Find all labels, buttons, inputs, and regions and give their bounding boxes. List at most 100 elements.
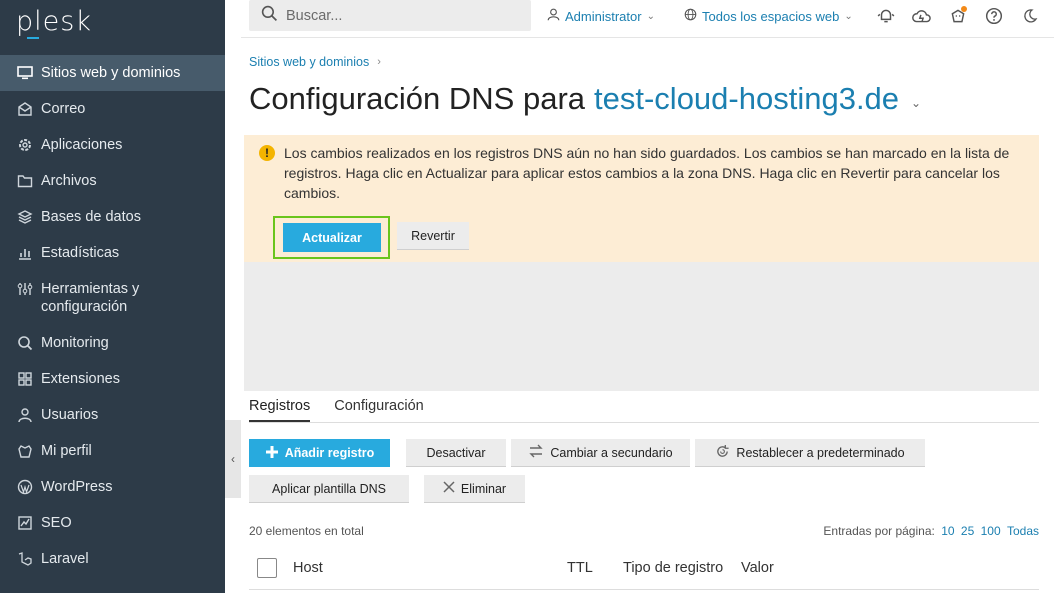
- plus-icon: [265, 445, 285, 462]
- sidebar-item-label: Correo: [41, 101, 86, 117]
- sliders-icon: [17, 281, 33, 297]
- entries-per-page-label: Entradas por página:: [823, 524, 935, 538]
- close-icon: [443, 481, 461, 496]
- breadcrumb-link-websites[interactable]: Sitios web y dominios: [249, 55, 369, 69]
- warning-text: Los cambios realizados en los registros …: [284, 145, 1010, 201]
- plesk-logo[interactable]: plesk: [16, 6, 92, 37]
- sidebar-item-files[interactable]: Archivos: [0, 163, 225, 199]
- sidebar-item-label: Monitoring: [41, 335, 109, 351]
- sidebar-nav: Sitios web y dominios Correo Aplicacione…: [0, 55, 225, 577]
- topbar-icons: [876, 6, 1040, 26]
- page-title: Configuración DNS para test-cloud-hostin…: [249, 81, 921, 117]
- tab-records[interactable]: Registros: [249, 398, 311, 422]
- column-header-record-type[interactable]: Tipo de registro: [623, 560, 723, 576]
- select-all-checkbox[interactable]: [257, 558, 277, 578]
- profile-icon: [17, 443, 33, 459]
- sidebar-item-extensions[interactable]: Extensiones: [0, 361, 225, 397]
- add-record-button[interactable]: Añadir registro: [249, 439, 390, 467]
- column-header-value[interactable]: Valor: [741, 560, 774, 576]
- sidebar-item-websites[interactable]: Sitios web y dominios: [0, 55, 225, 91]
- breadcrumb: Sitios web y dominios ›: [249, 55, 381, 69]
- per-page-100[interactable]: 100: [981, 524, 1001, 538]
- bar-chart-icon: [17, 245, 33, 261]
- help-icon[interactable]: [984, 6, 1004, 26]
- sidebar-item-label: Bases de datos: [41, 209, 141, 225]
- delete-button[interactable]: Eliminar: [424, 475, 525, 503]
- wordpress-icon: [17, 479, 33, 495]
- deactivate-label: Desactivar: [426, 445, 486, 460]
- sidebar-item-laravel[interactable]: Laravel: [0, 541, 225, 577]
- sidebar-item-label: WordPress: [41, 479, 113, 495]
- sidebar-item-users[interactable]: Usuarios: [0, 397, 225, 433]
- sidebar-item-tools-settings[interactable]: Herramientas y configuración: [0, 271, 225, 325]
- sidebar-item-label: Estadísticas: [41, 245, 120, 261]
- notification-dot: [961, 6, 967, 12]
- content-placeholder-area: [244, 262, 1039, 391]
- logo-accent: [27, 37, 39, 39]
- warning-icon: !: [259, 145, 275, 161]
- sidebar-item-monitoring[interactable]: Monitoring: [0, 325, 225, 361]
- sidebar-item-label: Herramientas y configuración: [41, 281, 140, 315]
- chevron-down-icon: ⌄: [844, 10, 853, 22]
- sidebar-item-statistics[interactable]: Estadísticas: [0, 235, 225, 271]
- sidebar-item-label: Laravel: [41, 551, 89, 567]
- search-box[interactable]: [249, 0, 531, 31]
- per-page-10[interactable]: 10: [941, 524, 954, 538]
- search-icon: [261, 5, 278, 27]
- user-menu-label: Administrator: [565, 8, 642, 24]
- column-header-host[interactable]: Host: [293, 560, 323, 576]
- sidebar-collapse-toggle[interactable]: ‹: [225, 420, 241, 498]
- sidebar-item-seo[interactable]: SEO: [0, 505, 225, 541]
- sidebar-item-label: Sitios web y dominios: [41, 65, 181, 81]
- sidebar: plesk Sitios web y dominios Correo Aplic…: [0, 0, 225, 593]
- chevron-down-icon[interactable]: ⌄: [911, 96, 921, 110]
- chevron-right-icon: ›: [377, 56, 381, 68]
- records-table-header: Host TTL Tipo de registro Valor: [249, 554, 1039, 590]
- chevron-left-icon: ‹: [231, 452, 235, 466]
- update-button[interactable]: Actualizar: [283, 223, 381, 252]
- reset-default-button[interactable]: Restablecer a predeterminado: [695, 439, 925, 467]
- gear-icon: [17, 137, 33, 153]
- advisor-icon[interactable]: [948, 6, 968, 26]
- apply-dns-template-button[interactable]: Aplicar plantilla DNS: [249, 475, 409, 503]
- update-button-highlight: Actualizar: [273, 216, 390, 259]
- per-page-25[interactable]: 25: [961, 524, 974, 538]
- cloud-icon[interactable]: [912, 6, 932, 26]
- database-icon: [17, 209, 33, 225]
- per-page-all[interactable]: Todas: [1007, 524, 1039, 538]
- sidebar-item-wordpress[interactable]: WordPress: [0, 469, 225, 505]
- sidebar-item-label: Aplicaciones: [41, 137, 123, 153]
- extensions-icon: [17, 371, 33, 387]
- sidebar-item-label: Archivos: [41, 173, 97, 189]
- page-title-domain[interactable]: test-cloud-hosting3.de: [594, 81, 899, 117]
- dark-mode-icon[interactable]: [1020, 6, 1040, 26]
- unsaved-changes-warning: ! Los cambios realizados en los registro…: [244, 135, 1039, 262]
- globe-icon: [684, 8, 702, 24]
- sidebar-item-label: Mi perfil: [41, 443, 92, 459]
- subscription-menu[interactable]: Todos los espacios web ⌄: [684, 8, 853, 24]
- app: plesk Sitios web y dominios Correo Aplic…: [0, 0, 1054, 593]
- sidebar-item-label: SEO: [41, 515, 72, 531]
- sidebar-item-label: Usuarios: [41, 407, 99, 423]
- monitoring-icon: [17, 335, 33, 351]
- switch-to-secondary-button[interactable]: Cambiar a secundario: [511, 439, 690, 467]
- monitor-icon: [17, 65, 33, 81]
- tab-settings[interactable]: Configuración: [334, 398, 423, 422]
- laravel-icon: [17, 551, 33, 567]
- deactivate-button[interactable]: Desactivar: [406, 439, 506, 467]
- search-input[interactable]: [286, 7, 516, 24]
- entries-per-page: Entradas por página: 10 25 100 Todas: [823, 524, 1039, 538]
- column-header-ttl[interactable]: TTL: [567, 560, 593, 576]
- sidebar-item-mail[interactable]: Correo: [0, 91, 225, 127]
- reset-icon: [715, 444, 736, 462]
- tabs: Registros Configuración: [249, 398, 1039, 423]
- sidebar-item-label: Extensiones: [41, 371, 120, 387]
- sidebar-item-profile[interactable]: Mi perfil: [0, 433, 225, 469]
- apply-dns-template-label: Aplicar plantilla DNS: [272, 481, 386, 496]
- user-menu[interactable]: Administrator ⌄: [547, 8, 655, 24]
- revert-button[interactable]: Revertir: [397, 222, 469, 250]
- sidebar-item-databases[interactable]: Bases de datos: [0, 199, 225, 235]
- notifications-icon[interactable]: [876, 6, 896, 26]
- subscription-menu-label: Todos los espacios web: [702, 8, 840, 24]
- sidebar-item-applications[interactable]: Aplicaciones: [0, 127, 225, 163]
